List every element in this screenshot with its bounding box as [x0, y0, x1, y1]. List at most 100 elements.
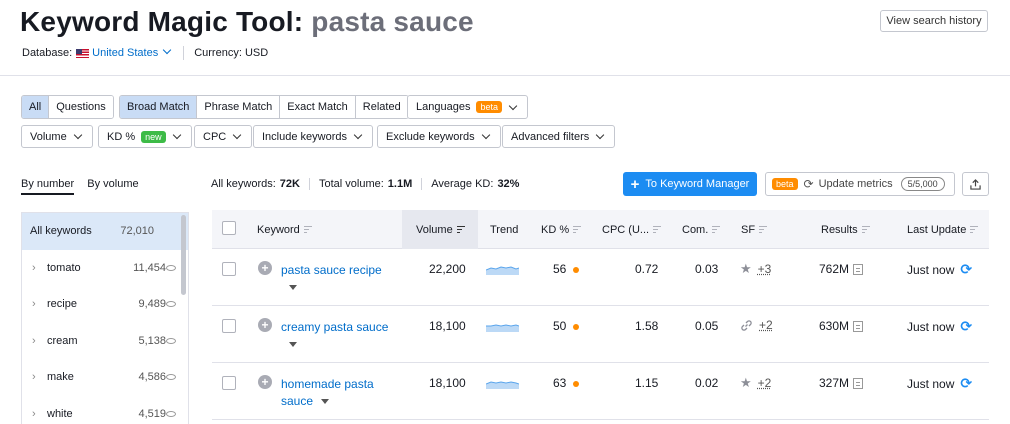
sidebar-scrollbar[interactable]: [181, 215, 186, 295]
competition-value: 0.05: [695, 319, 719, 333]
tab-related[interactable]: Related: [355, 96, 408, 118]
sidebar-item-recipe[interactable]: › recipe 9,489: [22, 286, 188, 323]
quota-badge: 5/5,000: [900, 177, 945, 191]
sidebar-item-cream[interactable]: › cream 5,138: [22, 323, 188, 360]
sort-icon: [573, 226, 582, 233]
row-checkbox[interactable]: [222, 376, 236, 390]
refresh-icon[interactable]: ⟳: [960, 318, 972, 335]
serp-features[interactable]: ★ +3: [740, 261, 771, 277]
chevron-right-icon[interactable]: ›: [32, 298, 36, 310]
export-icon: [970, 178, 981, 190]
results-value: 327M: [819, 376, 864, 390]
add-keyword-icon[interactable]: +: [258, 318, 272, 332]
last-update: Just now ⟳: [907, 318, 973, 335]
volume-value: 22,200: [429, 262, 466, 276]
kd-dot-icon: [573, 380, 580, 387]
chevron-right-icon[interactable]: ›: [32, 371, 36, 383]
exclude-keywords-filter[interactable]: Exclude keywords: [377, 125, 501, 148]
tab-questions[interactable]: Questions: [49, 96, 113, 118]
kd-filter[interactable]: KD % new: [98, 125, 192, 148]
export-button[interactable]: [962, 172, 989, 196]
eye-icon[interactable]: [166, 374, 176, 381]
tab-phrase-match[interactable]: Phrase Match: [197, 96, 281, 118]
tab-by-volume[interactable]: By volume: [87, 178, 138, 193]
kd-value: 50: [553, 319, 580, 333]
database-currency-line: Database: United States Currency: USD: [22, 45, 269, 60]
keyword-stats: All keywords: 72K Total volume: 1.1M Ave…: [211, 178, 519, 190]
keyword-link[interactable]: homemade pasta sauce: [281, 376, 391, 410]
serp-icon[interactable]: [853, 321, 864, 333]
sidebar-item-tomato[interactable]: › tomato 11,454: [22, 250, 188, 287]
col-cpc[interactable]: CPC (U...: [602, 210, 662, 249]
refresh-icon[interactable]: ⟳: [960, 375, 972, 392]
eye-icon[interactable]: [166, 301, 176, 308]
tab-broad-match[interactable]: Broad Match: [120, 96, 198, 118]
match-tabs: Broad Match Phrase Match Exact Match Rel…: [119, 95, 409, 119]
keyword-link[interactable]: creamy pasta sauce: [281, 319, 391, 353]
row-checkbox[interactable]: [222, 262, 236, 276]
col-competition[interactable]: Com.: [682, 210, 721, 249]
row-checkbox[interactable]: [222, 319, 236, 333]
volume-filter[interactable]: Volume: [21, 125, 93, 148]
star-icon: ★: [740, 375, 752, 390]
col-volume[interactable]: Volume: [402, 210, 478, 249]
add-keyword-icon[interactable]: +: [258, 375, 272, 389]
serp-features[interactable]: ★ +2: [740, 375, 771, 391]
keyword-link[interactable]: pasta sauce recipe: [281, 262, 391, 296]
advanced-filters-dropdown[interactable]: Advanced filters: [502, 125, 616, 148]
tab-all[interactable]: All: [22, 96, 50, 118]
caret-down-icon[interactable]: [289, 342, 297, 348]
eye-icon[interactable]: [166, 410, 176, 417]
trend-sparkline: [486, 266, 519, 275]
chevron-right-icon[interactable]: ›: [32, 408, 36, 420]
refresh-icon[interactable]: ⟳: [960, 261, 972, 278]
average-kd-value: 32%: [497, 178, 520, 190]
plus-icon: +: [630, 175, 640, 193]
sort-icon: [861, 226, 870, 233]
serp-features[interactable]: +2: [740, 318, 773, 332]
trend-sparkline: [486, 324, 519, 332]
kd-dot-icon: [573, 266, 580, 273]
cpc-filter[interactable]: CPC: [194, 125, 253, 148]
col-serp-features[interactable]: SF: [741, 210, 768, 249]
star-icon: ★: [740, 261, 752, 276]
group-sort-tabs: By number By volume: [21, 178, 149, 195]
caret-down-icon[interactable]: [321, 399, 330, 405]
sidebar-item-make[interactable]: › make 4,586: [22, 359, 188, 396]
tab-by-number[interactable]: By number: [21, 178, 75, 195]
last-update: Just now ⟳: [907, 375, 973, 392]
serp-icon[interactable]: [853, 264, 864, 276]
col-results[interactable]: Results: [821, 210, 870, 249]
volume-value: 18,100: [429, 319, 466, 333]
col-keyword[interactable]: Keyword: [257, 210, 312, 249]
beta-badge: beta: [476, 101, 502, 113]
database-selector[interactable]: United States: [92, 45, 173, 59]
eye-icon[interactable]: [166, 264, 176, 271]
currency-label: Currency: USD: [194, 47, 269, 59]
caret-down-icon[interactable]: [289, 285, 297, 291]
divider: [183, 46, 185, 60]
chevron-down-icon: [73, 130, 82, 140]
tab-exact-match[interactable]: Exact Match: [280, 96, 356, 118]
chevron-right-icon[interactable]: ›: [32, 262, 36, 274]
sidebar-item-white[interactable]: › white 4,519: [22, 396, 188, 424]
title-prefix: Keyword Magic Tool:: [20, 6, 304, 37]
eye-icon[interactable]: [166, 337, 176, 344]
chevron-right-icon[interactable]: ›: [32, 335, 36, 347]
all-keywords-label: All keywords:: [211, 178, 276, 190]
select-all-checkbox[interactable]: [222, 221, 236, 235]
sort-icon: [303, 226, 312, 233]
to-keyword-manager-button[interactable]: + To Keyword Manager: [623, 172, 757, 196]
serp-icon[interactable]: [853, 378, 864, 390]
update-metrics-button[interactable]: beta ⟳ Update metrics 5/5,000: [765, 172, 955, 196]
all-keywords-value: 72K: [279, 178, 300, 190]
col-last-update[interactable]: Last Update: [907, 210, 979, 249]
new-badge: new: [141, 130, 166, 143]
sidebar-item-all-keywords[interactable]: All keywords 72,010: [22, 213, 188, 250]
add-keyword-icon[interactable]: +: [258, 261, 272, 275]
include-keywords-filter[interactable]: Include keywords: [253, 125, 373, 148]
languages-dropdown[interactable]: Languages beta: [407, 95, 528, 119]
col-kd[interactable]: KD %: [541, 210, 582, 249]
trend-sparkline: [486, 381, 519, 389]
view-search-history-button[interactable]: View search history: [880, 10, 988, 32]
